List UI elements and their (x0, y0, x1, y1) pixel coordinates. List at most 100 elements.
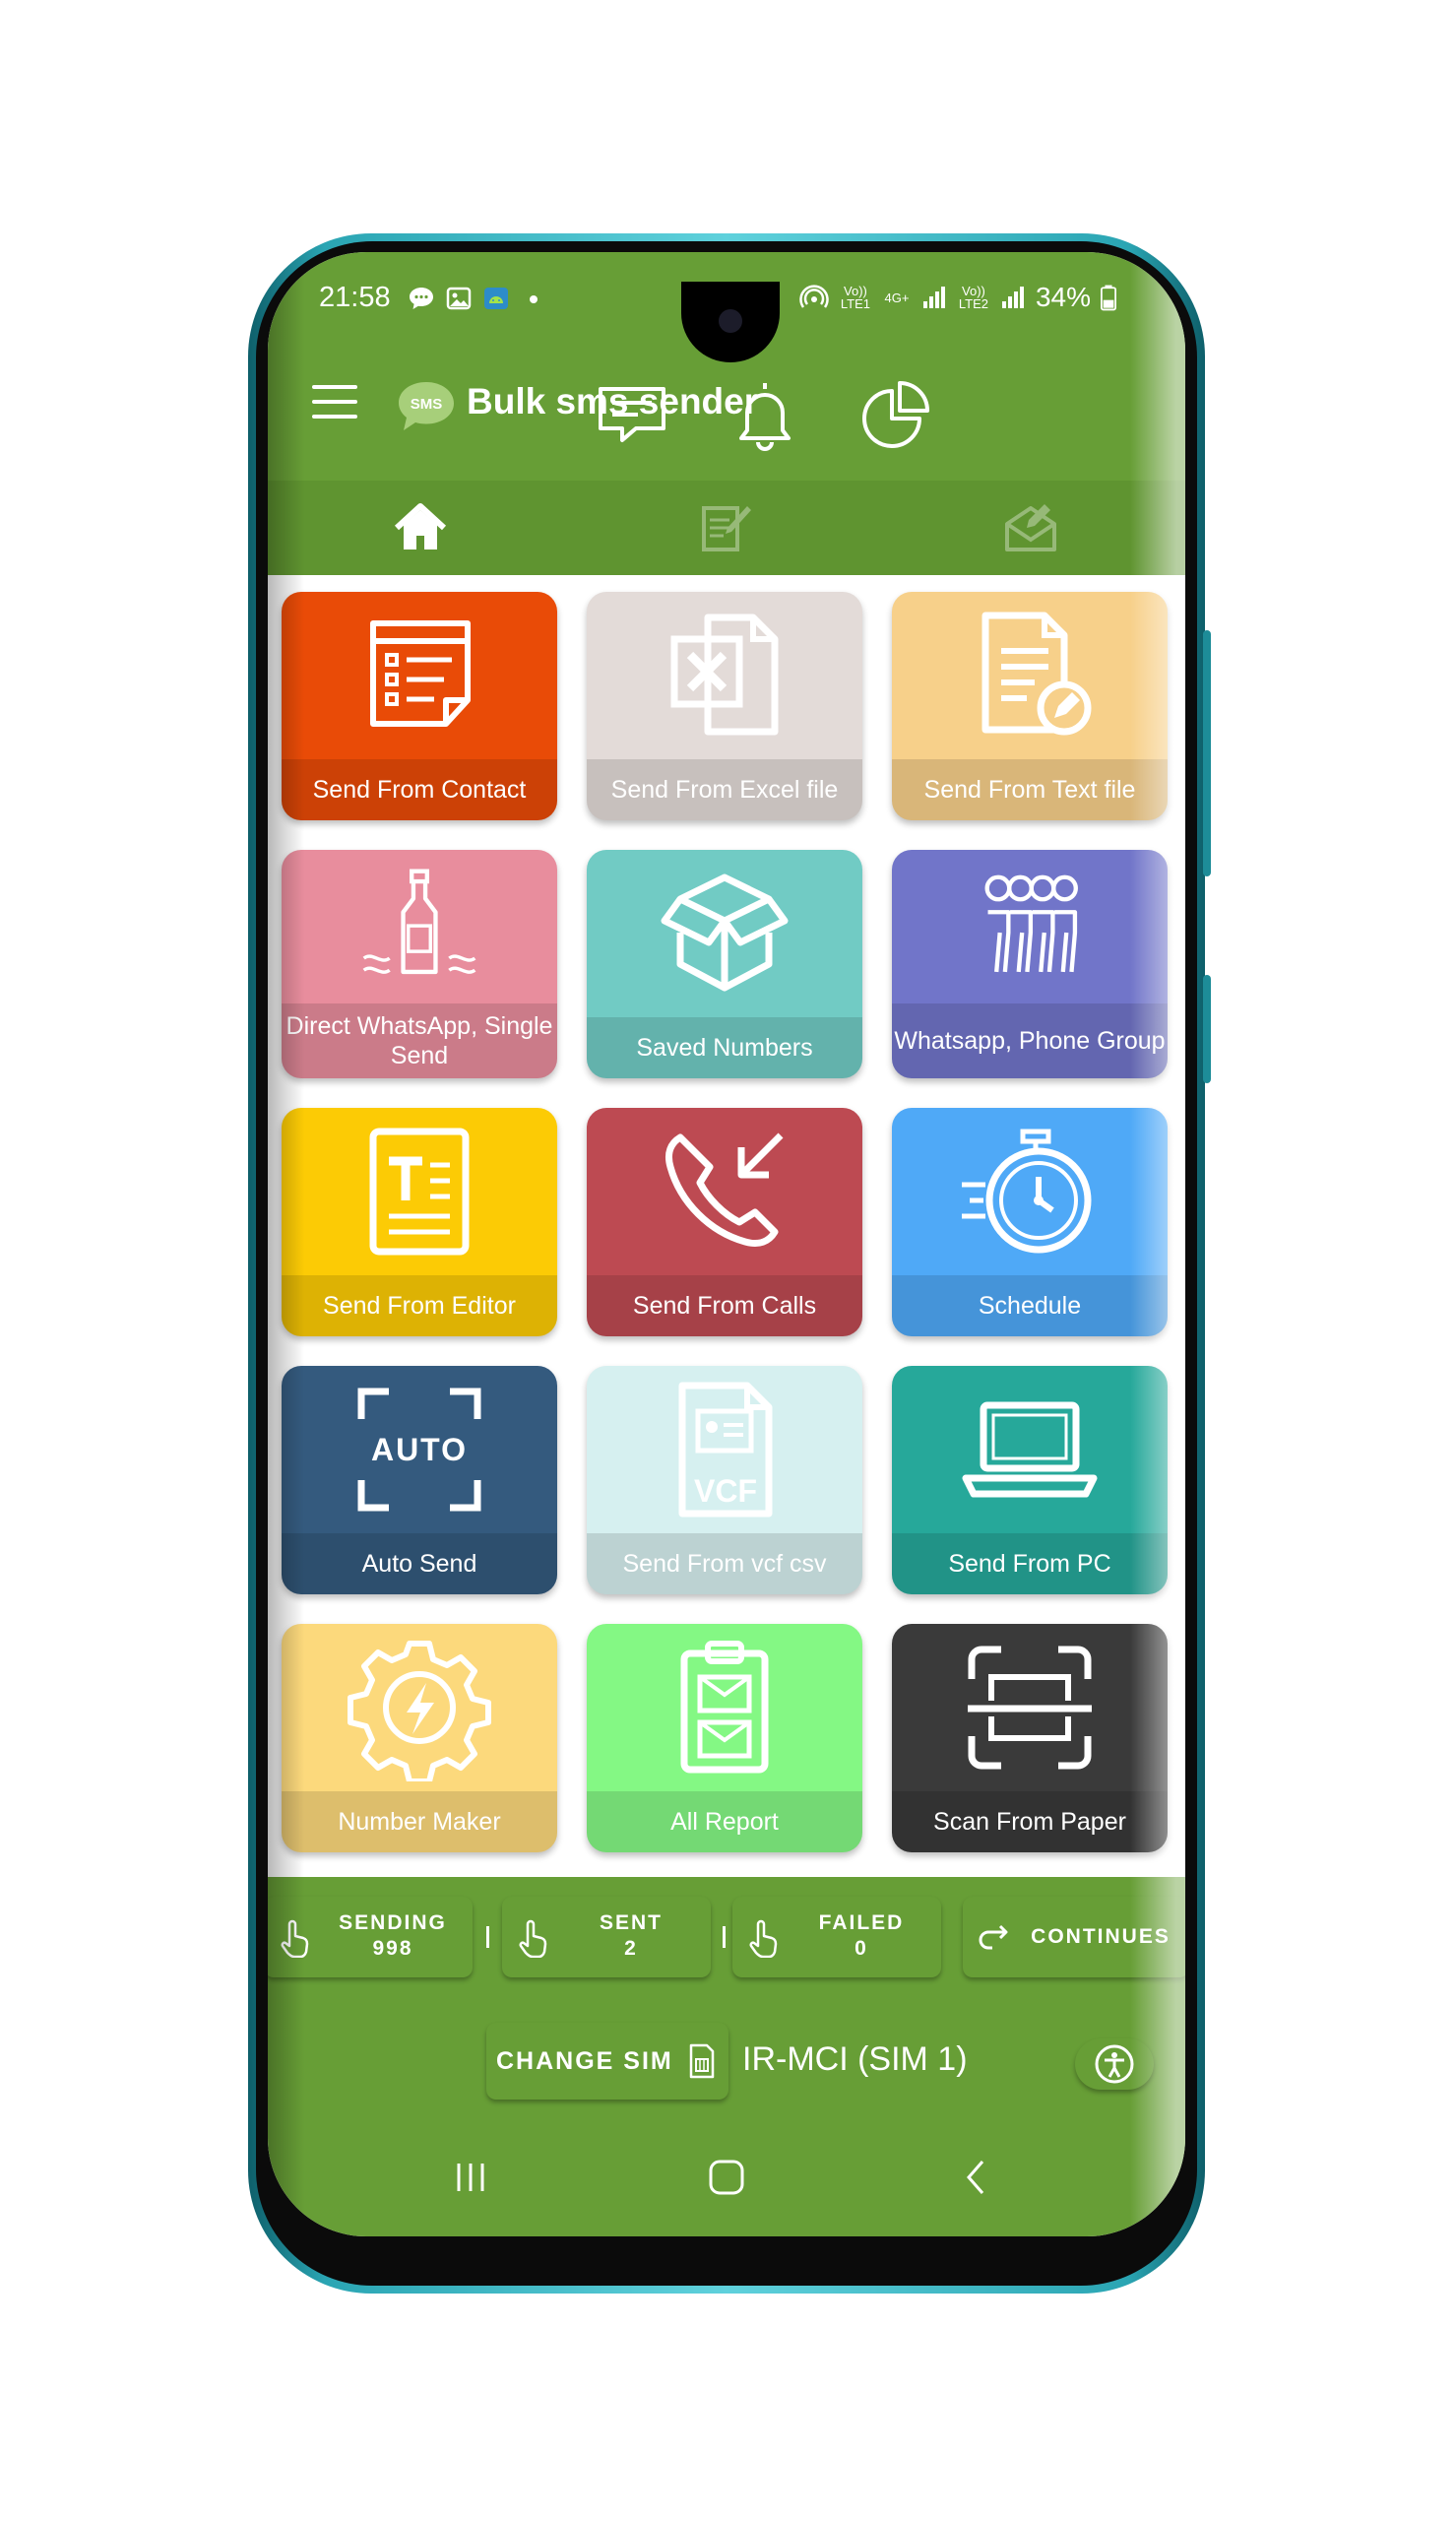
tile-label: Saved Numbers (587, 1017, 862, 1078)
tile-label: Auto Send (282, 1533, 557, 1594)
sim1-label: Vo)) LTE1 (840, 284, 870, 311)
bell-icon[interactable] (726, 375, 804, 454)
tile-send-from-editor[interactable]: Send From Editor (282, 1108, 557, 1336)
status-right: Vo)) LTE1 4G+ Vo)) LTE2 34% (799, 282, 1116, 313)
tile-label: Send From vcf csv (587, 1533, 862, 1594)
bottom-panel: SENDING 998 SENT 2 FAILED 0 CONTINUES CHANG… (268, 1877, 1185, 2236)
sent-label: SENT (599, 1911, 663, 1934)
tile-label: Send From Calls (587, 1275, 862, 1336)
tile-label: Scan From Paper (892, 1791, 1168, 1852)
tile-number-maker[interactable]: Number Maker (282, 1624, 557, 1852)
incoming-call-icon (665, 1132, 784, 1248)
sim-card-icon (689, 2043, 714, 2079)
tab-compose[interactable] (573, 481, 878, 575)
scan-icon (968, 1646, 1092, 1770)
laptop-icon (962, 1401, 1098, 1498)
tile-schedule[interactable]: Schedule (892, 1108, 1168, 1336)
report-clipboard-icon (680, 1641, 769, 1774)
note-edit-icon (702, 506, 751, 551)
system-nav-bar (268, 2148, 1185, 2217)
failed-label: FAILED (818, 1911, 905, 1934)
sent-counter[interactable]: SENT 2 (502, 1897, 711, 1977)
phone-screen: 21:58 Vo)) LTE1 4G+ Vo)) LTE2 34% SMS Bu… (268, 252, 1185, 2236)
android-icon (482, 286, 510, 311)
accessibility-button[interactable] (1075, 2038, 1154, 2090)
group-icon (984, 874, 1078, 972)
tile-whatsapp-phone-group[interactable]: Whatsapp, Phone Group (892, 850, 1168, 1078)
battery-icon (1101, 285, 1116, 311)
vcf-file-icon: VCF (678, 1382, 773, 1518)
separator (486, 1926, 489, 1948)
tab-sent[interactable] (878, 481, 1183, 575)
signal-icon (1001, 287, 1024, 308)
sending-counter[interactable]: SENDING 998 (268, 1897, 473, 1977)
sending-value: 998 (372, 1937, 413, 1960)
home-icon (394, 503, 447, 549)
tile-label: Direct WhatsApp, Single Send (282, 1003, 557, 1078)
tile-send-from-excel[interactable]: Send From Excel file (587, 592, 862, 820)
tile-saved-numbers[interactable]: Saved Numbers (587, 850, 862, 1078)
back-icon[interactable] (947, 2148, 1006, 2207)
change-sim-button[interactable]: CHANGE SIM (486, 2023, 728, 2100)
volume-button (1203, 630, 1211, 876)
messages-icon[interactable] (593, 375, 671, 454)
box-icon (661, 873, 789, 992)
notification-icons (408, 286, 547, 311)
gallery-icon (445, 286, 473, 311)
top-bar: 21:58 Vo)) LTE1 4G+ Vo)) LTE2 34% SMS Bu… (268, 252, 1185, 575)
pie-chart-icon[interactable] (856, 375, 935, 454)
status-time: 21:58 (319, 282, 391, 313)
hotspot-icon (799, 285, 829, 308)
status-bar: 21:58 Vo)) LTE1 4G+ Vo)) LTE2 34% (268, 282, 1185, 362)
tile-send-from-vcf[interactable]: VCF Send From vcf csv (587, 1366, 862, 1594)
gear-bolt-icon (348, 1641, 491, 1781)
continues-button[interactable]: CONTINUES (963, 1897, 1185, 1977)
tile-send-from-calls[interactable]: Send From Calls (587, 1108, 862, 1336)
bottle-icon (362, 869, 476, 974)
hamburger-menu-icon[interactable] (312, 385, 357, 424)
tab-home[interactable] (268, 481, 573, 575)
logo-text: SMS (411, 396, 443, 413)
tile-direct-whatsapp[interactable]: Direct WhatsApp, Single Send (282, 850, 557, 1078)
signal-icon (922, 287, 945, 308)
sms-logo-icon: SMS (396, 379, 457, 434)
current-sim: IR-MCI (SIM 1) (742, 2040, 968, 2078)
text-file-icon (981, 612, 1092, 736)
tile-all-report[interactable]: All Report (587, 1624, 862, 1852)
vcf-icon-text: VCF (694, 1473, 757, 1509)
dot-icon (520, 286, 547, 311)
camera-icon (719, 309, 742, 333)
separator (723, 1926, 726, 1948)
home-button-icon[interactable] (697, 2148, 756, 2207)
tap-icon (749, 1919, 778, 1958)
tile-label: Send From Text file (892, 759, 1168, 820)
redo-icon (979, 1924, 1008, 1950)
tile-send-from-text-file[interactable]: Send From Text file (892, 592, 1168, 820)
contact-list-icon (370, 620, 471, 727)
editor-icon (369, 1128, 470, 1256)
failed-counter[interactable]: FAILED 0 (732, 1897, 941, 1977)
envelope-edit-icon (1005, 504, 1056, 551)
sim2-label: Vo)) LTE2 (958, 284, 988, 311)
sending-label: SENDING (339, 1911, 447, 1934)
change-sim-label: CHANGE SIM (496, 2046, 673, 2075)
stopwatch-icon (962, 1129, 1092, 1254)
tap-icon (281, 1919, 309, 1958)
tile-label: Send From Excel file (587, 759, 862, 820)
tile-send-from-pc[interactable]: Send From PC (892, 1366, 1168, 1594)
tile-label: Schedule (892, 1275, 1168, 1336)
tile-label: Number Maker (282, 1791, 557, 1852)
tile-scan-from-paper[interactable]: Scan From Paper (892, 1624, 1168, 1852)
tile-send-from-contact[interactable]: Send From Contact (282, 592, 557, 820)
auto-icon: AUTO (357, 1388, 481, 1512)
sent-value: 2 (624, 1937, 638, 1960)
tile-label: Send From Editor (282, 1275, 557, 1336)
failed-value: 0 (855, 1937, 868, 1960)
network-label: 4G+ (884, 290, 910, 305)
continues-label: CONTINUES (1031, 1925, 1171, 1948)
tile-label: Whatsapp, Phone Group (892, 1003, 1168, 1078)
tab-bar (268, 481, 1185, 575)
tile-label: All Report (587, 1791, 862, 1852)
recent-apps-icon[interactable] (441, 2148, 500, 2207)
tile-auto-send[interactable]: AUTO Auto Send (282, 1366, 557, 1594)
